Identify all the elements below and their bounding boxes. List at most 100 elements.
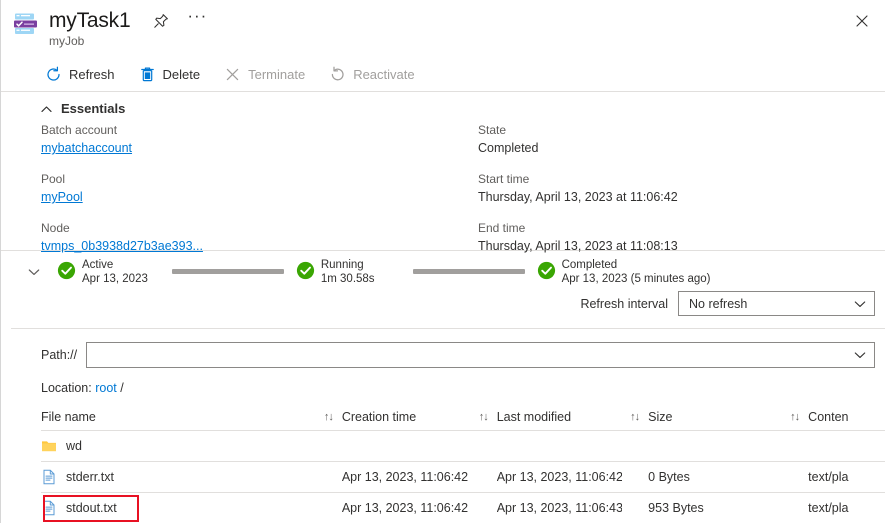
- essentials-field-state: State Completed: [478, 122, 678, 157]
- step-name: Active: [82, 259, 114, 271]
- timeline-step-completed: Completed Apr 13, 2023 (5 minutes ago): [537, 259, 711, 285]
- field-label: State: [478, 123, 507, 137]
- column-label: Last modified: [496, 410, 572, 424]
- cell-creation-time: Apr 13, 2023, 11:06:42: [341, 501, 469, 515]
- cell-content-type: text/pla: [808, 470, 849, 484]
- table-row[interactable]: wd ↑↓ ↑↓ ↑↓ ↑↓: [41, 431, 885, 462]
- chevron-up-icon: [41, 103, 52, 114]
- column-label: Creation time: [341, 410, 417, 424]
- reactivate-icon: [329, 66, 346, 83]
- file-icon: [41, 500, 57, 516]
- field-label: Pool: [41, 172, 66, 186]
- cell-creation-time: Apr 13, 2023, 11:06:42: [341, 470, 469, 484]
- column-header-size[interactable]: Size: [648, 410, 782, 424]
- essentials-grid: Batch account mybatchaccount Pool myPool…: [1, 122, 885, 253]
- terminate-button-label: Terminate: [248, 66, 306, 82]
- cell-file-name[interactable]: wd: [41, 438, 316, 454]
- task-details-blade: myTask1 ··· myJob Refresh Delete Termina…: [0, 0, 885, 523]
- step-detail: 1m 30.58s: [320, 272, 375, 285]
- cell-last-modified: Apr 13, 2023, 11:06:43: [496, 501, 623, 515]
- chevron-down-icon: [854, 298, 866, 310]
- field-label: Node: [41, 221, 70, 235]
- step-name: Running: [320, 259, 364, 271]
- table-header-row: File name ↑↓ Creation time ↑↓ Last modif…: [41, 404, 885, 431]
- field-label: End time: [478, 221, 526, 235]
- sort-arrows-icon[interactable]: ↑↓: [479, 411, 489, 423]
- ellipsis-icon[interactable]: ···: [187, 7, 207, 24]
- cell-file-name[interactable]: stdout.txt: [41, 500, 316, 516]
- cell-file-name[interactable]: stderr.txt: [41, 469, 316, 485]
- batch-account-link[interactable]: mybatchaccount: [41, 139, 203, 157]
- refresh-button[interactable]: Refresh: [41, 62, 125, 87]
- essentials-field-end-time: End time Thursday, April 13, 2023 at 11:…: [478, 220, 678, 255]
- delete-button-label: Delete: [162, 66, 201, 82]
- field-label: Start time: [478, 172, 530, 186]
- page-title: myTask1: [49, 9, 131, 32]
- trash-icon: [139, 66, 156, 83]
- chevron-down-icon[interactable]: [28, 265, 40, 277]
- cell-size: 953 Bytes: [648, 501, 704, 515]
- terminate-button: Terminate: [220, 62, 315, 87]
- x-icon: [224, 66, 241, 83]
- path-row: Path://: [1, 329, 885, 368]
- column-header-file-name[interactable]: File name: [41, 410, 316, 424]
- cell-last-modified: Apr 13, 2023, 11:06:42: [496, 470, 623, 484]
- file-name-text: stdout.txt: [66, 501, 117, 515]
- step-detail: Apr 13, 2023 (5 minutes ago): [561, 272, 711, 285]
- pool-link[interactable]: myPool: [41, 188, 203, 206]
- essentials-field-node: Node tvmps_0b3938d27b3ae393...: [41, 220, 203, 255]
- refresh-interval-select[interactable]: No refresh: [678, 291, 875, 316]
- column-header-creation-time[interactable]: Creation time: [342, 410, 471, 424]
- delete-button[interactable]: Delete: [135, 62, 211, 87]
- timeline-connector: [412, 269, 525, 274]
- check-circle-icon: [57, 261, 76, 280]
- refresh-interval-label: Refresh interval: [580, 296, 668, 311]
- column-label: File name: [41, 410, 96, 424]
- field-label: Batch account: [41, 123, 118, 137]
- table-row[interactable]: stderr.txt ↑↓ Apr 13, 2023, 11:06:42 ↑↓ …: [41, 462, 885, 493]
- file-name-text: stderr.txt: [66, 470, 114, 484]
- column-header-last-modified[interactable]: Last modified: [497, 410, 622, 424]
- close-icon[interactable]: [847, 6, 877, 36]
- refresh-interval-row: Refresh interval No refresh: [1, 291, 885, 316]
- check-circle-icon: [296, 261, 315, 280]
- refresh-icon: [45, 66, 62, 83]
- timeline-connector: [171, 269, 284, 274]
- sort-arrows-icon[interactable]: ↑↓: [790, 411, 800, 423]
- step-detail: Apr 13, 2023: [82, 272, 148, 285]
- sort-arrows-icon[interactable]: ↑↓: [324, 411, 334, 423]
- cell-content-type: text/pla: [808, 501, 849, 515]
- location-label: Location:: [41, 381, 92, 395]
- chevron-down-icon[interactable]: [854, 349, 866, 361]
- blade-header: myTask1 ··· myJob: [1, 0, 885, 52]
- essentials-field-pool: Pool myPool: [41, 171, 203, 206]
- column-label: Conten: [808, 410, 849, 424]
- path-input[interactable]: [86, 342, 875, 368]
- batch-task-icon: [13, 11, 39, 37]
- column-header-content-type[interactable]: Conten: [808, 410, 885, 424]
- folder-icon: [41, 438, 57, 454]
- location-root-link[interactable]: root: [95, 381, 117, 395]
- path-label: Path://: [41, 348, 78, 362]
- reactivate-button: Reactivate: [325, 62, 424, 87]
- cell-size: 0 Bytes: [648, 470, 690, 484]
- essentials-toggle[interactable]: Essentials: [1, 92, 885, 122]
- page-subtitle: myJob: [49, 34, 85, 48]
- location-separator: /: [120, 381, 124, 395]
- sort-arrows-icon[interactable]: ↑↓: [630, 411, 640, 423]
- timeline-step-running: Running 1m 30.58s: [296, 259, 375, 285]
- essentials-left-column: Batch account mybatchaccount Pool myPool…: [41, 122, 203, 269]
- essentials-label: Essentials: [61, 101, 126, 116]
- command-bar: Refresh Delete Terminate Reactivate: [1, 57, 885, 91]
- breadcrumb: Location: root /: [1, 368, 885, 395]
- pin-icon[interactable]: [153, 13, 169, 29]
- task-state-timeline: Active Apr 13, 2023 Running 1m 30.58s Co…: [1, 251, 885, 287]
- files-table: File name ↑↓ Creation time ↑↓ Last modif…: [1, 404, 885, 523]
- column-label: Size: [648, 410, 673, 424]
- start-time-value: Thursday, April 13, 2023 at 11:06:42: [478, 190, 678, 204]
- table-row[interactable]: stdout.txt ↑↓ Apr 13, 2023, 11:06:42 ↑↓ …: [41, 493, 885, 523]
- essentials-field-batch-account: Batch account mybatchaccount: [41, 122, 203, 157]
- reactivate-button-label: Reactivate: [353, 66, 415, 82]
- refresh-interval-value: No refresh: [689, 296, 748, 311]
- essentials-field-start-time: Start time Thursday, April 13, 2023 at 1…: [478, 171, 678, 206]
